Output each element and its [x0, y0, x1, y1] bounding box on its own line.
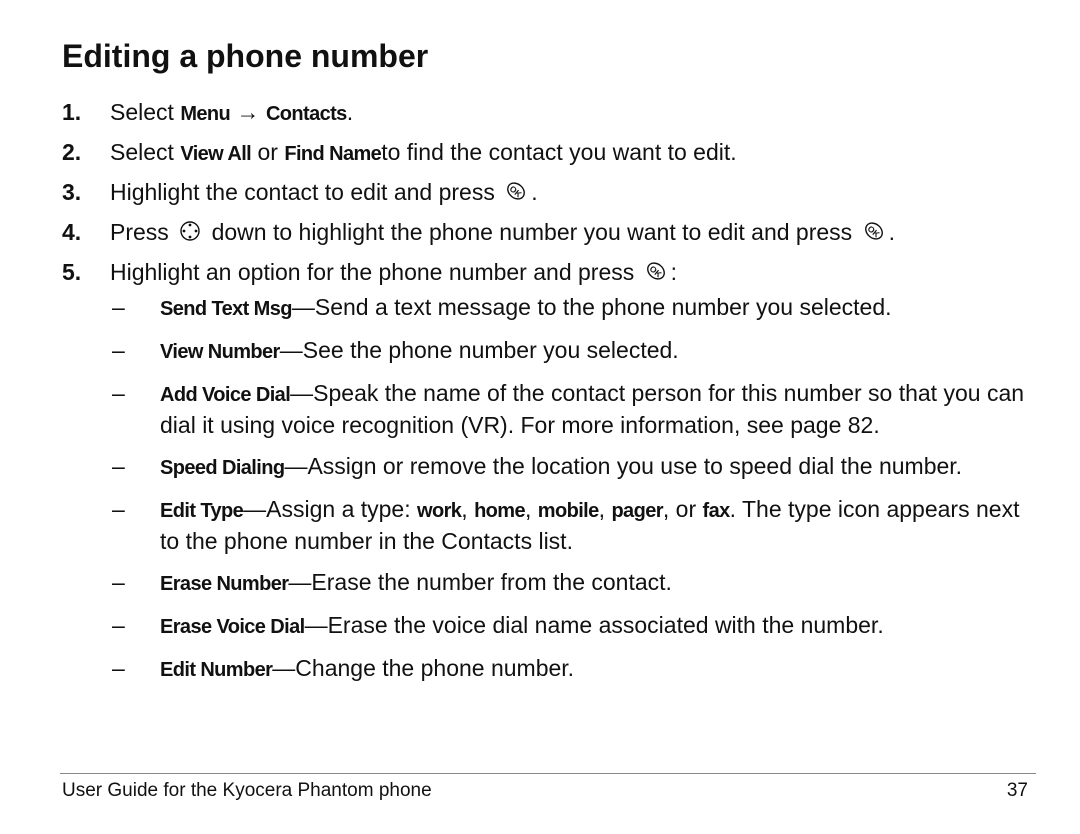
text-run: Select: [110, 139, 181, 165]
option-text: View Number—See the phone number you sel…: [160, 335, 1042, 367]
option-text: Erase Number—Erase the number from the c…: [160, 567, 1042, 599]
option-text: Add Voice Dial—Speak the name of the con…: [160, 378, 1042, 440]
bold-term: View Number: [160, 341, 280, 363]
option-item: – View Number—See the phone number you se…: [112, 335, 1042, 367]
text-run: —See the phone number you selected.: [279, 337, 679, 363]
text-run: —Erase the voice dial name associated wi…: [304, 612, 884, 638]
text-run: —Speak the name of the contact person fo…: [160, 380, 1025, 438]
bold-term: fax: [702, 500, 731, 522]
step-item: 1. Select Menu → Contacts.: [62, 92, 1062, 132]
dash-bullet: –: [112, 569, 125, 595]
option-item: – Erase Number—Erase the number from the …: [112, 567, 1042, 599]
option-text: Speed Dialing—Assign or remove the locat…: [160, 451, 1042, 483]
option-item: – Add Voice Dial—Speak the name of the co…: [112, 378, 1042, 440]
step-item: 3. Highlight the contact to edit and pres…: [62, 172, 1062, 212]
bold-term: Speed Dialing: [160, 457, 285, 479]
text-run: Press: [110, 219, 176, 245]
text-run: —Assign or remove the location you use t…: [284, 453, 963, 479]
page-number: 37: [1006, 780, 1028, 801]
text-run: to find the contact you want to edit.: [381, 139, 737, 165]
step-number: 1.: [62, 99, 82, 125]
text-run: or: [251, 139, 285, 165]
step-number: 4.: [62, 219, 82, 245]
step-text: Highlight the contact to edit and press …: [110, 172, 538, 212]
bold-term: Contacts: [265, 103, 347, 125]
option-text: Erase Voice Dial—Erase the voice dial na…: [160, 610, 1042, 642]
text-run: .: [888, 219, 895, 245]
step-text: Select View All or Find Nameto find the …: [110, 132, 737, 172]
option-text: Send Text Msg—Send a text message to the…: [160, 292, 1042, 324]
text-run: :: [670, 259, 678, 285]
dash-bullet: –: [112, 380, 125, 406]
dash-bullet: –: [112, 453, 125, 479]
text-run: ,: [461, 496, 475, 522]
step-item: 5. Highlight an option for the phone numb…: [62, 252, 1062, 292]
bold-term: Menu: [180, 103, 231, 125]
footer-title: User Guide for the Kyocera Phantom phone: [62, 780, 432, 801]
option-item: – Edit Type—Assign a type: work, home, mo…: [112, 494, 1042, 556]
ok-key-icon: OK: [645, 254, 667, 294]
dash-bullet: –: [112, 496, 125, 522]
bold-term: Edit Type: [160, 500, 244, 522]
text-run: Select: [110, 99, 181, 125]
step-text: Press down to highlight the phone number…: [110, 212, 895, 252]
bold-term: mobile: [537, 500, 599, 522]
step-item: 4. Press down to highlight the phone numb…: [62, 212, 1062, 252]
option-item: – Send Text Msg—Send a text message to th…: [112, 292, 1042, 324]
ok-key-icon: OK: [863, 214, 885, 254]
text-run: ,: [525, 496, 538, 522]
text-run: —Change the phone number.: [272, 655, 575, 681]
text-run: —Assign a type:: [243, 496, 417, 522]
bold-term: Erase Voice Dial: [160, 616, 305, 638]
text-run: .: [346, 99, 354, 125]
step-item: 2. Select View All or Find Nameto find th…: [62, 132, 1062, 172]
text-run: ,: [598, 496, 612, 522]
text-run: .: [531, 179, 538, 205]
bold-term: Find Name: [284, 143, 382, 165]
dash-bullet: –: [112, 294, 125, 320]
step-text: Select Menu → Contacts.: [110, 92, 353, 132]
text-run: , or: [662, 496, 703, 522]
step-text: Highlight an option for the phone number…: [110, 252, 677, 292]
option-item: – Erase Voice Dial—Erase the voice dial n…: [112, 610, 1042, 642]
text-run: —Send a text message to the phone number…: [291, 294, 892, 320]
step-number: 5.: [62, 259, 82, 285]
ok-key-icon: OK: [505, 174, 527, 214]
bold-term: work: [417, 500, 462, 522]
footer-divider: [60, 773, 1036, 774]
step-number: 3.: [62, 179, 82, 205]
text-run: →: [230, 99, 266, 125]
text-run: —Erase the number from the contact.: [288, 569, 672, 595]
option-item: – Edit Number—Change the phone number.: [112, 653, 1042, 685]
option-text: Edit Number—Change the phone number.: [160, 653, 1042, 685]
bold-term: Erase Number: [160, 573, 289, 595]
dash-bullet: –: [112, 337, 125, 363]
option-text: Edit Type—Assign a type: work, home, mob…: [160, 494, 1042, 556]
dash-bullet: –: [112, 612, 125, 638]
bold-term: Edit Number: [160, 659, 273, 681]
bold-term: Add Voice Dial: [160, 384, 291, 406]
page-title: Editing a phone number: [62, 38, 429, 74]
options-list: – Send Text Msg—Send a text message to th…: [112, 292, 1042, 696]
bold-term: View All: [180, 143, 252, 165]
bold-term: pager: [611, 500, 663, 522]
text-run: down to highlight the phone number you w…: [205, 219, 859, 245]
dash-bullet: –: [112, 655, 125, 681]
bold-term: Send Text Msg: [160, 298, 292, 320]
text-run: Highlight an option for the phone number…: [110, 259, 641, 285]
text-run: Highlight the contact to edit and press: [110, 179, 502, 205]
option-item: – Speed Dialing—Assign or remove the loca…: [112, 451, 1042, 483]
steps-list: 1. Select Menu → Contacts. 2. Select View A…: [62, 92, 1062, 292]
bold-term: home: [474, 500, 526, 522]
step-number: 2.: [62, 139, 82, 165]
nav-key-icon: [179, 214, 201, 254]
